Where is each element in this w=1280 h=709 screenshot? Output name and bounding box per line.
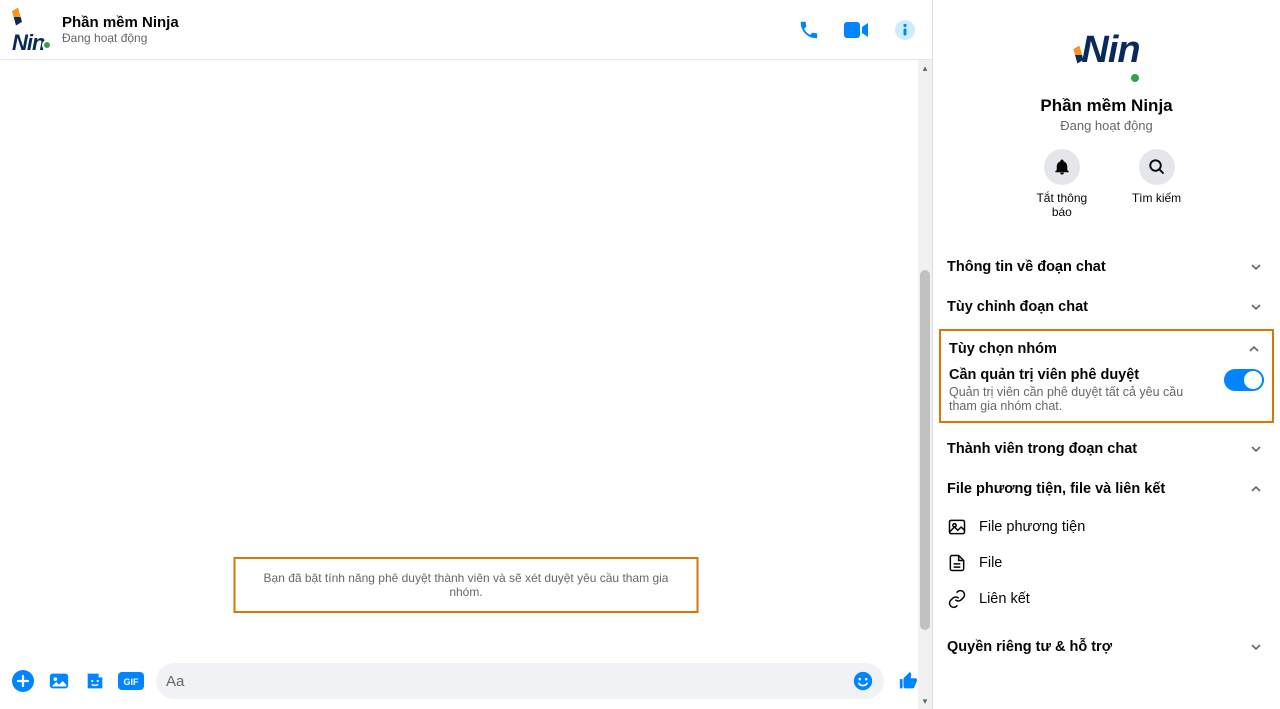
mute-button[interactable]: Tắt thông báo — [1032, 149, 1092, 219]
section-title: File phương tiện, file và liên kết — [947, 481, 1165, 497]
section-chat-info[interactable]: Thông tin về đoạn chat — [933, 247, 1280, 287]
chat-body[interactable]: Bạn đã bật tính năng phê duyệt thành viê… — [0, 60, 932, 653]
profile-title[interactable]: Phần mềm Ninja — [1040, 96, 1172, 116]
video-call-button[interactable] — [842, 15, 872, 45]
section-privacy[interactable]: Quyền riêng tư & hỗ trợ — [933, 627, 1280, 667]
media-label: Liên kết — [979, 591, 1030, 607]
section-media[interactable]: File phương tiện, file và liên kết — [933, 469, 1280, 509]
search-button[interactable]: Tìm kiếm — [1132, 149, 1181, 219]
section-title: Quyền riêng tư & hỗ trợ — [947, 639, 1112, 655]
message-composer: GIF — [0, 653, 932, 709]
chevron-down-icon — [1246, 257, 1266, 277]
scroll-up-arrow-icon[interactable]: ▴ — [919, 62, 931, 74]
mute-label: Tắt thông báo — [1032, 191, 1092, 219]
online-indicator-icon — [42, 40, 52, 50]
scrollbar[interactable]: ▴ ▾ — [918, 60, 932, 709]
section-title: Tùy chỉnh đoạn chat — [947, 299, 1088, 315]
section-group-options[interactable]: Tùy chọn nhóm — [949, 339, 1264, 367]
admin-approval-row: Cần quản trị viên phê duyệt Quản trị viê… — [949, 367, 1264, 413]
media-files-button[interactable]: File phương tiện — [947, 509, 1266, 545]
search-label: Tìm kiếm — [1132, 191, 1181, 205]
section-customize-chat[interactable]: Tùy chỉnh đoạn chat — [933, 287, 1280, 327]
message-input-wrap[interactable] — [156, 663, 884, 699]
profile-avatar[interactable]: Nin — [1071, 14, 1143, 86]
links-button[interactable]: Liên kết — [947, 581, 1266, 617]
photo-button[interactable] — [44, 666, 74, 696]
section-list: Thông tin về đoạn chat Tùy chỉnh đoạn ch… — [933, 247, 1280, 667]
add-attachment-button[interactable] — [8, 666, 38, 696]
section-title: Thành viên trong đoạn chat — [947, 441, 1137, 457]
section-members[interactable]: Thành viên trong đoạn chat — [933, 429, 1280, 469]
system-message: Bạn đã bật tính năng phê duyệt thành viê… — [234, 557, 699, 613]
online-indicator-icon — [1129, 72, 1141, 84]
link-icon — [947, 589, 967, 609]
section-title: Thông tin về đoạn chat — [947, 259, 1106, 275]
image-icon — [947, 517, 967, 537]
chevron-down-icon — [1246, 439, 1266, 459]
scrollbar-thumb[interactable] — [920, 270, 930, 630]
info-button[interactable] — [890, 15, 920, 45]
gif-button[interactable]: GIF — [116, 666, 146, 696]
chat-header: Nin Phần mềm Ninja Đang hoạt động — [0, 0, 932, 60]
info-sidebar: Nin Phần mềm Ninja Đang hoạt động Tắt th… — [933, 0, 1280, 709]
media-label: File phương tiện — [979, 519, 1085, 535]
header-actions — [794, 15, 920, 45]
chevron-up-icon — [1246, 479, 1266, 499]
sidebar-profile: Nin Phần mềm Ninja Đang hoạt động Tắt th… — [933, 0, 1280, 229]
group-options-highlight: Tùy chọn nhóm Cần quản trị viên phê duyệ… — [939, 329, 1274, 423]
chevron-down-icon — [1246, 297, 1266, 317]
header-title[interactable]: Phần mềm Ninja — [62, 14, 794, 31]
chevron-up-icon — [1244, 339, 1264, 359]
admin-approval-title: Cần quản trị viên phê duyệt — [949, 367, 1214, 383]
profile-status: Đang hoạt động — [1060, 118, 1153, 133]
sticker-button[interactable] — [80, 666, 110, 696]
chat-main-panel: Nin Phần mềm Ninja Đang hoạt động Bạn đã… — [0, 0, 933, 709]
admin-approval-desc: Quản trị viên cần phê duyệt tất cả yêu c… — [949, 385, 1189, 413]
files-button[interactable]: File — [947, 545, 1266, 581]
voice-call-button[interactable] — [794, 15, 824, 45]
bell-icon — [1053, 158, 1071, 176]
media-label: File — [979, 555, 1002, 571]
file-icon — [947, 553, 967, 573]
admin-approval-toggle[interactable] — [1224, 369, 1264, 391]
header-avatar[interactable]: Nin — [12, 10, 52, 50]
header-info: Phần mềm Ninja Đang hoạt động — [62, 14, 794, 45]
svg-text:GIF: GIF — [124, 677, 140, 687]
media-content: File phương tiện File Liên kết — [933, 509, 1280, 627]
profile-actions: Tắt thông báo Tìm kiếm — [1032, 149, 1181, 219]
emoji-picker-button[interactable] — [852, 670, 874, 692]
search-icon — [1148, 158, 1166, 176]
section-title: Tùy chọn nhóm — [949, 341, 1057, 357]
message-input[interactable] — [166, 673, 852, 690]
chevron-down-icon — [1246, 637, 1266, 657]
header-status: Đang hoạt động — [62, 31, 794, 45]
scroll-down-arrow-icon[interactable]: ▾ — [919, 695, 931, 707]
